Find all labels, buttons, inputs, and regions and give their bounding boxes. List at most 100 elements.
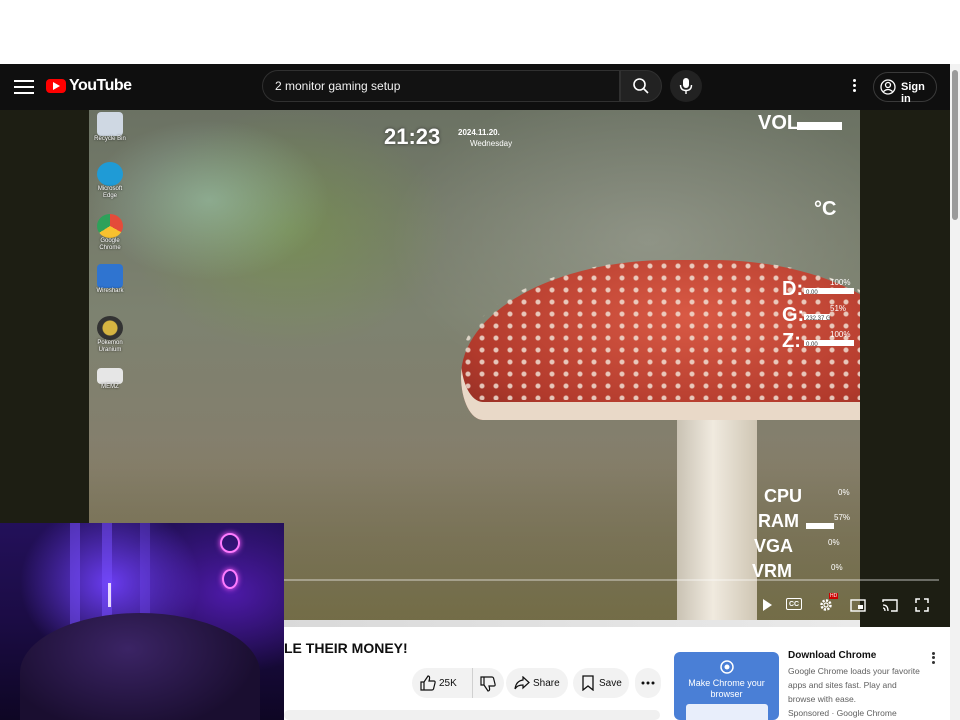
edge-icon — [97, 162, 123, 186]
recycle-bin-icon — [97, 112, 123, 136]
comment-box[interactable] — [284, 710, 660, 720]
windows-taskbar — [284, 620, 860, 627]
voice-search-button[interactable] — [670, 70, 702, 102]
ad-browser-preview — [686, 704, 768, 720]
page-scrollbar[interactable] — [950, 64, 960, 720]
cast-button[interactable] — [880, 596, 900, 614]
gear-icon — [820, 599, 832, 611]
desktop-icon-wireshark[interactable]: Wireshark — [90, 264, 130, 295]
desktop-icon-memz[interactable]: MEMZ — [90, 368, 130, 391]
more-options-icon[interactable] — [848, 77, 860, 97]
drive-g-meter: G: 51% 232.37 G — [782, 304, 854, 327]
search-icon — [633, 78, 649, 94]
sign-in-button[interactable]: Sign in — [873, 72, 937, 105]
desktop-icon-label: Pokemon Uranium — [97, 340, 123, 353]
drive-d-meter: D: 100% 0.00 — [782, 278, 854, 301]
dislike-button[interactable] — [472, 668, 505, 698]
drive-sub: 0.00 — [806, 342, 818, 348]
youtube-header: YouTube 2 monitor gaming setup Sign in — [0, 64, 950, 110]
webcam-person — [20, 613, 260, 720]
youtube-logo[interactable]: YouTube — [46, 77, 132, 95]
top-margin — [0, 0, 960, 64]
pokemon-icon — [97, 316, 123, 340]
logo-text: YouTube — [69, 77, 132, 94]
youtube-play-icon — [46, 79, 66, 93]
video-title: LE THEIR MONEY! — [284, 640, 408, 656]
search-button[interactable] — [620, 70, 662, 102]
memz-icon — [97, 368, 123, 384]
neon-planet-icon — [220, 533, 240, 553]
ram-label: RAM — [758, 511, 799, 531]
desktop-icon-edge[interactable]: Microsoft Edge — [90, 162, 130, 200]
video-progress-bar[interactable] — [284, 579, 939, 581]
drive-sub: 232.37 G — [806, 316, 831, 322]
desktop-icon-label: Wireshark — [96, 288, 124, 294]
cpu-percent: 0% — [838, 488, 850, 497]
neon-alien-icon — [222, 569, 238, 589]
fullscreen-icon — [915, 598, 929, 612]
drive-letter: G: — [782, 304, 805, 326]
weekday-text: Wednesday — [470, 139, 513, 148]
drive-percent: 100% — [830, 278, 851, 287]
desktop-icon-chrome[interactable]: Google Chrome — [90, 214, 130, 252]
captions-button[interactable]: CC — [786, 598, 802, 610]
vga-label: VGA — [754, 536, 794, 556]
drive-letter: Z: — [782, 330, 801, 352]
like-button[interactable]: 25K — [412, 668, 470, 698]
desktop-icon-label: Recycle Bin — [94, 136, 126, 142]
desktop-icon-label: Microsoft Edge — [97, 186, 123, 199]
drive-letter: D: — [782, 278, 804, 300]
more-horizontal-icon — [641, 681, 655, 685]
save-button[interactable]: Save — [573, 668, 629, 698]
desktop-icon-label: MEMZ — [101, 384, 119, 390]
miniplayer-icon — [850, 599, 866, 612]
account-icon — [880, 79, 896, 95]
thumbs-down-icon — [480, 676, 496, 692]
desktop-date: 2024.11.20. Wednesday — [458, 127, 512, 149]
temperature-label: °C — [814, 198, 837, 220]
fullscreen-button[interactable] — [912, 596, 932, 614]
ad-description: Google Chrome loads your favorite apps a… — [788, 666, 920, 704]
hd-badge: HD — [829, 593, 839, 599]
ad-thumb-text: Make Chrome your browser — [688, 678, 765, 699]
more-actions-button[interactable] — [635, 668, 661, 698]
date-text: 2024.11.20. — [458, 128, 500, 137]
ram-bar — [806, 523, 834, 529]
desktop-icon-recycle-bin[interactable]: Recycle Bin — [90, 112, 130, 143]
sign-in-label: Sign in — [901, 81, 925, 105]
ad-options-icon[interactable] — [929, 650, 937, 666]
thumbs-up-icon — [420, 675, 436, 691]
search-query: 2 monitor gaming setup — [275, 79, 401, 93]
drive-percent: 51% — [830, 304, 847, 313]
chrome-icon — [97, 214, 123, 238]
share-icon — [514, 676, 530, 690]
ad-title[interactable]: Download Chrome — [788, 650, 876, 661]
search-input[interactable]: 2 monitor gaming setup — [262, 70, 620, 102]
curtain-fold — [70, 523, 80, 633]
scrollbar-thumb[interactable] — [952, 70, 958, 220]
settings-button[interactable]: HD — [816, 593, 839, 614]
like-dislike-group: 25K — [412, 668, 504, 698]
play-button[interactable] — [757, 596, 777, 614]
desktop-clock: 21:23 — [384, 124, 441, 149]
save-label: Save — [599, 678, 622, 689]
hamburger-menu-icon[interactable] — [14, 76, 34, 98]
desktop-icon-pokemon[interactable]: Pokemon Uranium — [90, 316, 130, 354]
like-count: 25K — [439, 678, 457, 689]
vga-percent: 0% — [828, 538, 840, 547]
cast-icon — [882, 599, 898, 612]
microphone-icon — [679, 78, 693, 94]
bookmark-icon — [582, 675, 594, 691]
share-button[interactable]: Share — [506, 668, 568, 698]
cpu-label: CPU — [764, 486, 803, 506]
desktop-icon-label: Google Chrome — [99, 238, 121, 251]
play-icon — [763, 599, 772, 611]
drive-percent: 100% — [830, 330, 851, 339]
mushroom-stem — [677, 400, 757, 620]
miniplayer-button[interactable] — [848, 596, 868, 614]
light-strip — [108, 583, 111, 607]
ad-thumbnail[interactable]: Make Chrome your browser — [674, 652, 779, 720]
ad-sponsored: Sponsored · Google Chrome — [788, 708, 897, 718]
volume-bar — [797, 122, 842, 130]
ram-percent: 57% — [834, 513, 851, 522]
